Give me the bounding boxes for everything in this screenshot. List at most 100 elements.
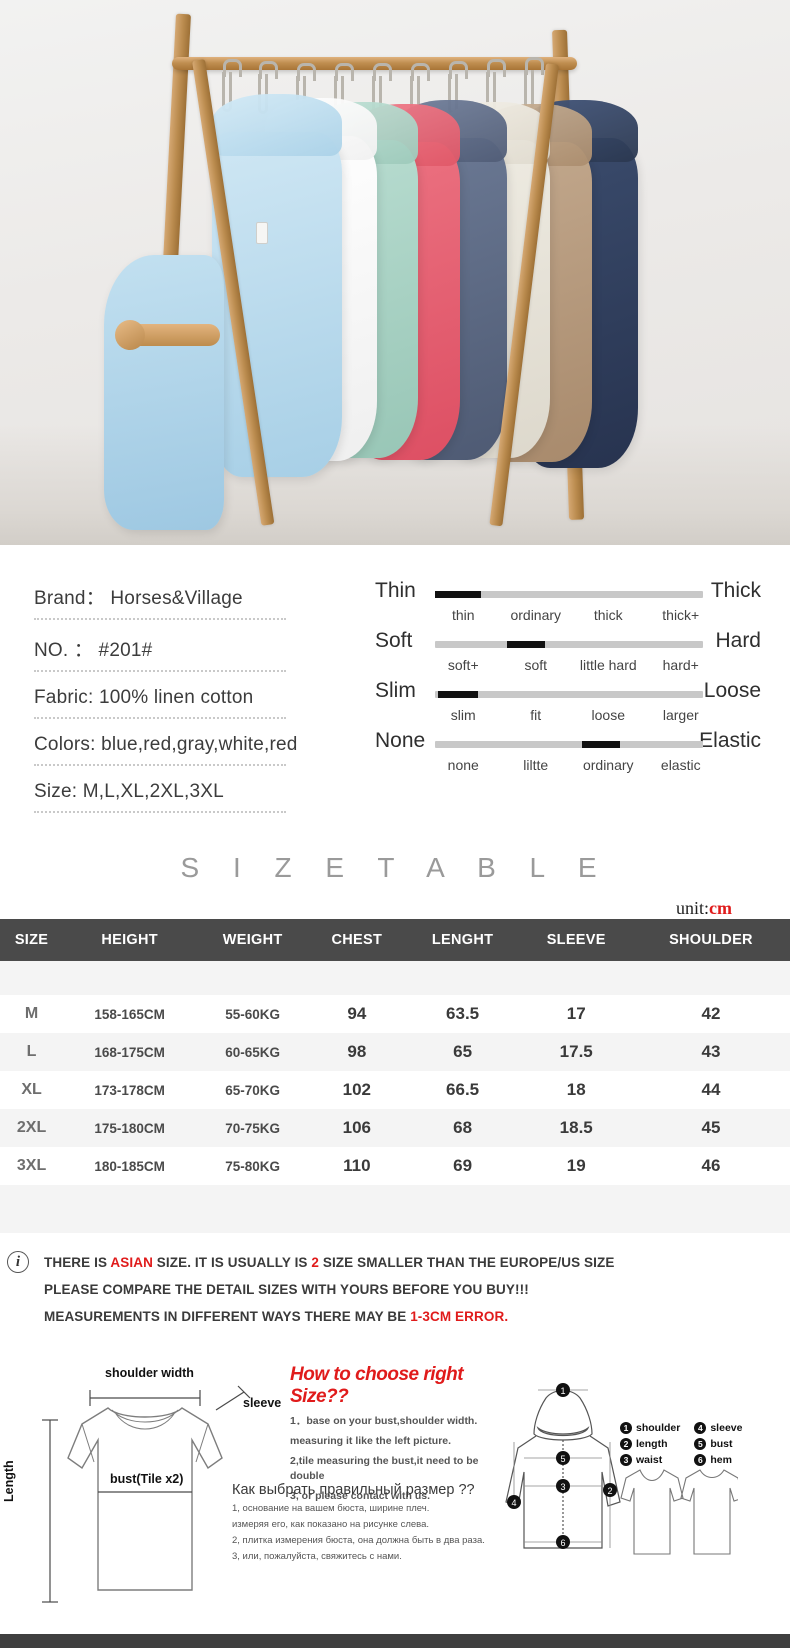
cell-height: 175-180CM (63, 1109, 197, 1147)
spec-label-fabric: Fabric: (34, 687, 94, 708)
scale-tick: thick (593, 607, 623, 623)
scale-ticks: none liltte ordinary elastic (427, 757, 717, 773)
col-weight: WEIGHT (196, 919, 310, 961)
legend-label: sleeve (710, 1422, 743, 1434)
col-lenght: LENGHT (404, 919, 521, 961)
col-chest: CHEST (309, 919, 405, 961)
cell-chest: 102 (342, 1080, 372, 1099)
legend-label: bust (710, 1438, 733, 1450)
spec-row-brand: Brand： Horses&Village (34, 577, 355, 629)
spec-value-colors: blue,red,gray,white,red (101, 734, 298, 755)
cell-weight: 70-75KG (196, 1109, 310, 1147)
scale-track (435, 591, 703, 598)
spec-value-size: M,L,XL,2XL,3XL (82, 781, 224, 802)
spacer-cell (0, 961, 790, 995)
legend-label: hem (710, 1454, 732, 1466)
cell-weight: 55-60KG (225, 1006, 281, 1022)
table-header-row: SIZE HEIGHT WEIGHT CHEST LENGHT SLEEVE S… (0, 919, 790, 961)
russian-line: 2, плитка измерения бюста, она должна бы… (232, 1535, 485, 1546)
size-table-title: S I Z E T A B L E (180, 852, 610, 883)
cell-size: 3XL (16, 1157, 47, 1174)
spec-value-fabric: 100% linen cotton (98, 687, 254, 708)
bottom-bar (0, 1634, 790, 1648)
svg-text:1: 1 (560, 1386, 565, 1396)
sleeve-label: sleeve (243, 1396, 282, 1410)
cell-sleeve: 17.5 (520, 1033, 632, 1071)
size-table: SIZE HEIGHT WEIGHT CHEST LENGHT SLEEVE S… (0, 919, 790, 1233)
tshirt-thumbnails (620, 1469, 738, 1555)
spec-value-no: #201# (98, 640, 153, 661)
cell-length: 66.5 (446, 1080, 480, 1099)
cell-shoulder: 43 (631, 1033, 790, 1071)
scale-tick: fit (530, 707, 542, 723)
col-shoulder: SHOULDER (631, 919, 790, 961)
legend-number: 3 (620, 1454, 632, 1466)
cell-chest: 110 (343, 1156, 371, 1175)
cell-length: 65 (404, 1033, 521, 1071)
svg-text:4: 4 (511, 1498, 516, 1508)
notice-text: SIZE. IT IS USUALLY IS (152, 1255, 312, 1270)
russian-title: Как выбрать правильный размер ?? (232, 1482, 475, 1498)
size-notice: i THERE IS ASIAN SIZE. IT IS USUALLY IS … (0, 1233, 790, 1338)
scale-tick: little hard (579, 657, 637, 673)
cell-height: 158-165CM (94, 1006, 165, 1022)
cell-shoulder: 45 (631, 1109, 790, 1147)
scale-marker (507, 641, 545, 648)
footer-cell (0, 1185, 790, 1233)
howto-line: 2,tile measuring the bust,it need to be … (290, 1455, 479, 1482)
scale-tick: thick+ (662, 607, 700, 623)
scale-track (435, 691, 703, 698)
scale-tick: soft+ (447, 657, 479, 673)
legend-number: 5 (694, 1438, 707, 1450)
scale-right-label: Hard (715, 629, 761, 652)
cell-chest: 106 (309, 1109, 405, 1147)
spec-row-fabric: Fabric: 100% linen cotton (34, 681, 355, 728)
scale-tick: thin (451, 607, 475, 623)
scale-tick: loose (591, 707, 625, 723)
table-row: M 158-165CM 55-60KG 94 63.5 17 42 (0, 995, 790, 1033)
cell-shoulder: 44 (701, 1080, 721, 1099)
notice-text: SIZE SMALLER THAN THE EUROPE/US SIZE (318, 1255, 615, 1270)
cell-shoulder: 42 (701, 1004, 721, 1023)
svg-text:2: 2 (607, 1486, 612, 1496)
notice-highlight-two: 2 (311, 1255, 319, 1270)
table-row: 3XL 180-185CM 75-80KG 110 69 19 46 (0, 1147, 790, 1185)
divider (34, 811, 286, 813)
scale-marker (437, 691, 478, 698)
scale-tick: ordinary (510, 607, 562, 623)
scale-thickness: Thin Thick thin ordinary thick thick+ (363, 577, 775, 627)
cell-sleeve: 18.5 (520, 1109, 632, 1147)
scale-tick: elastic (660, 757, 701, 773)
bust-label: bust(Tile x2) (110, 1472, 184, 1486)
scale-tick: ordinary (582, 757, 634, 773)
cell-sleeve: 19 (566, 1156, 586, 1175)
col-height: HEIGHT (63, 919, 197, 961)
spec-label-brand: Brand： (34, 588, 105, 609)
cell-sleeve: 17 (566, 1004, 586, 1023)
scale-tick: soft (524, 657, 548, 673)
scale-ticks: thin ordinary thick thick+ (427, 607, 717, 623)
cell-height: 173-178CM (94, 1082, 165, 1098)
attribute-scales: Thin Thick thin ordinary thick thick+ So… (355, 577, 775, 822)
legend-label: waist (636, 1454, 663, 1466)
cell-size: L (0, 1033, 64, 1071)
cell-height: 168-175CM (63, 1033, 197, 1071)
col-size: SIZE (0, 919, 64, 961)
shoulder-width-label: shoulder width (105, 1366, 194, 1380)
legend-label: shoulder (636, 1422, 681, 1434)
spec-label-no: NO. ： (34, 640, 94, 661)
legend-item-hem: 6 hem (694, 1454, 742, 1466)
notice-line-1: THERE IS ASIAN SIZE. IT IS USUALLY IS 2 … (44, 1249, 790, 1276)
scale-ticks: slim fit loose larger (427, 707, 717, 723)
russian-line: 3, или, пожалуйста, свяжитесь с нами. (232, 1551, 402, 1562)
cell-size: 2XL (0, 1109, 64, 1147)
cell-sleeve: 18 (566, 1080, 586, 1099)
notice-line-3: MEASUREMENTS IN DIFFERENT WAYS THERE MAY… (44, 1303, 790, 1330)
notice-line-2: PLEASE COMPARE THE DETAIL SIZES WITH YOU… (44, 1282, 529, 1297)
divider (34, 618, 286, 620)
scale-left-label: Slim (375, 679, 416, 702)
product-hero-photo (0, 0, 790, 545)
cell-size: XL (21, 1081, 42, 1098)
cell-length: 63.5 (446, 1004, 480, 1023)
measurement-diagram-section: shoulder width bust(Tile x2) Length slee… (0, 1344, 790, 1634)
